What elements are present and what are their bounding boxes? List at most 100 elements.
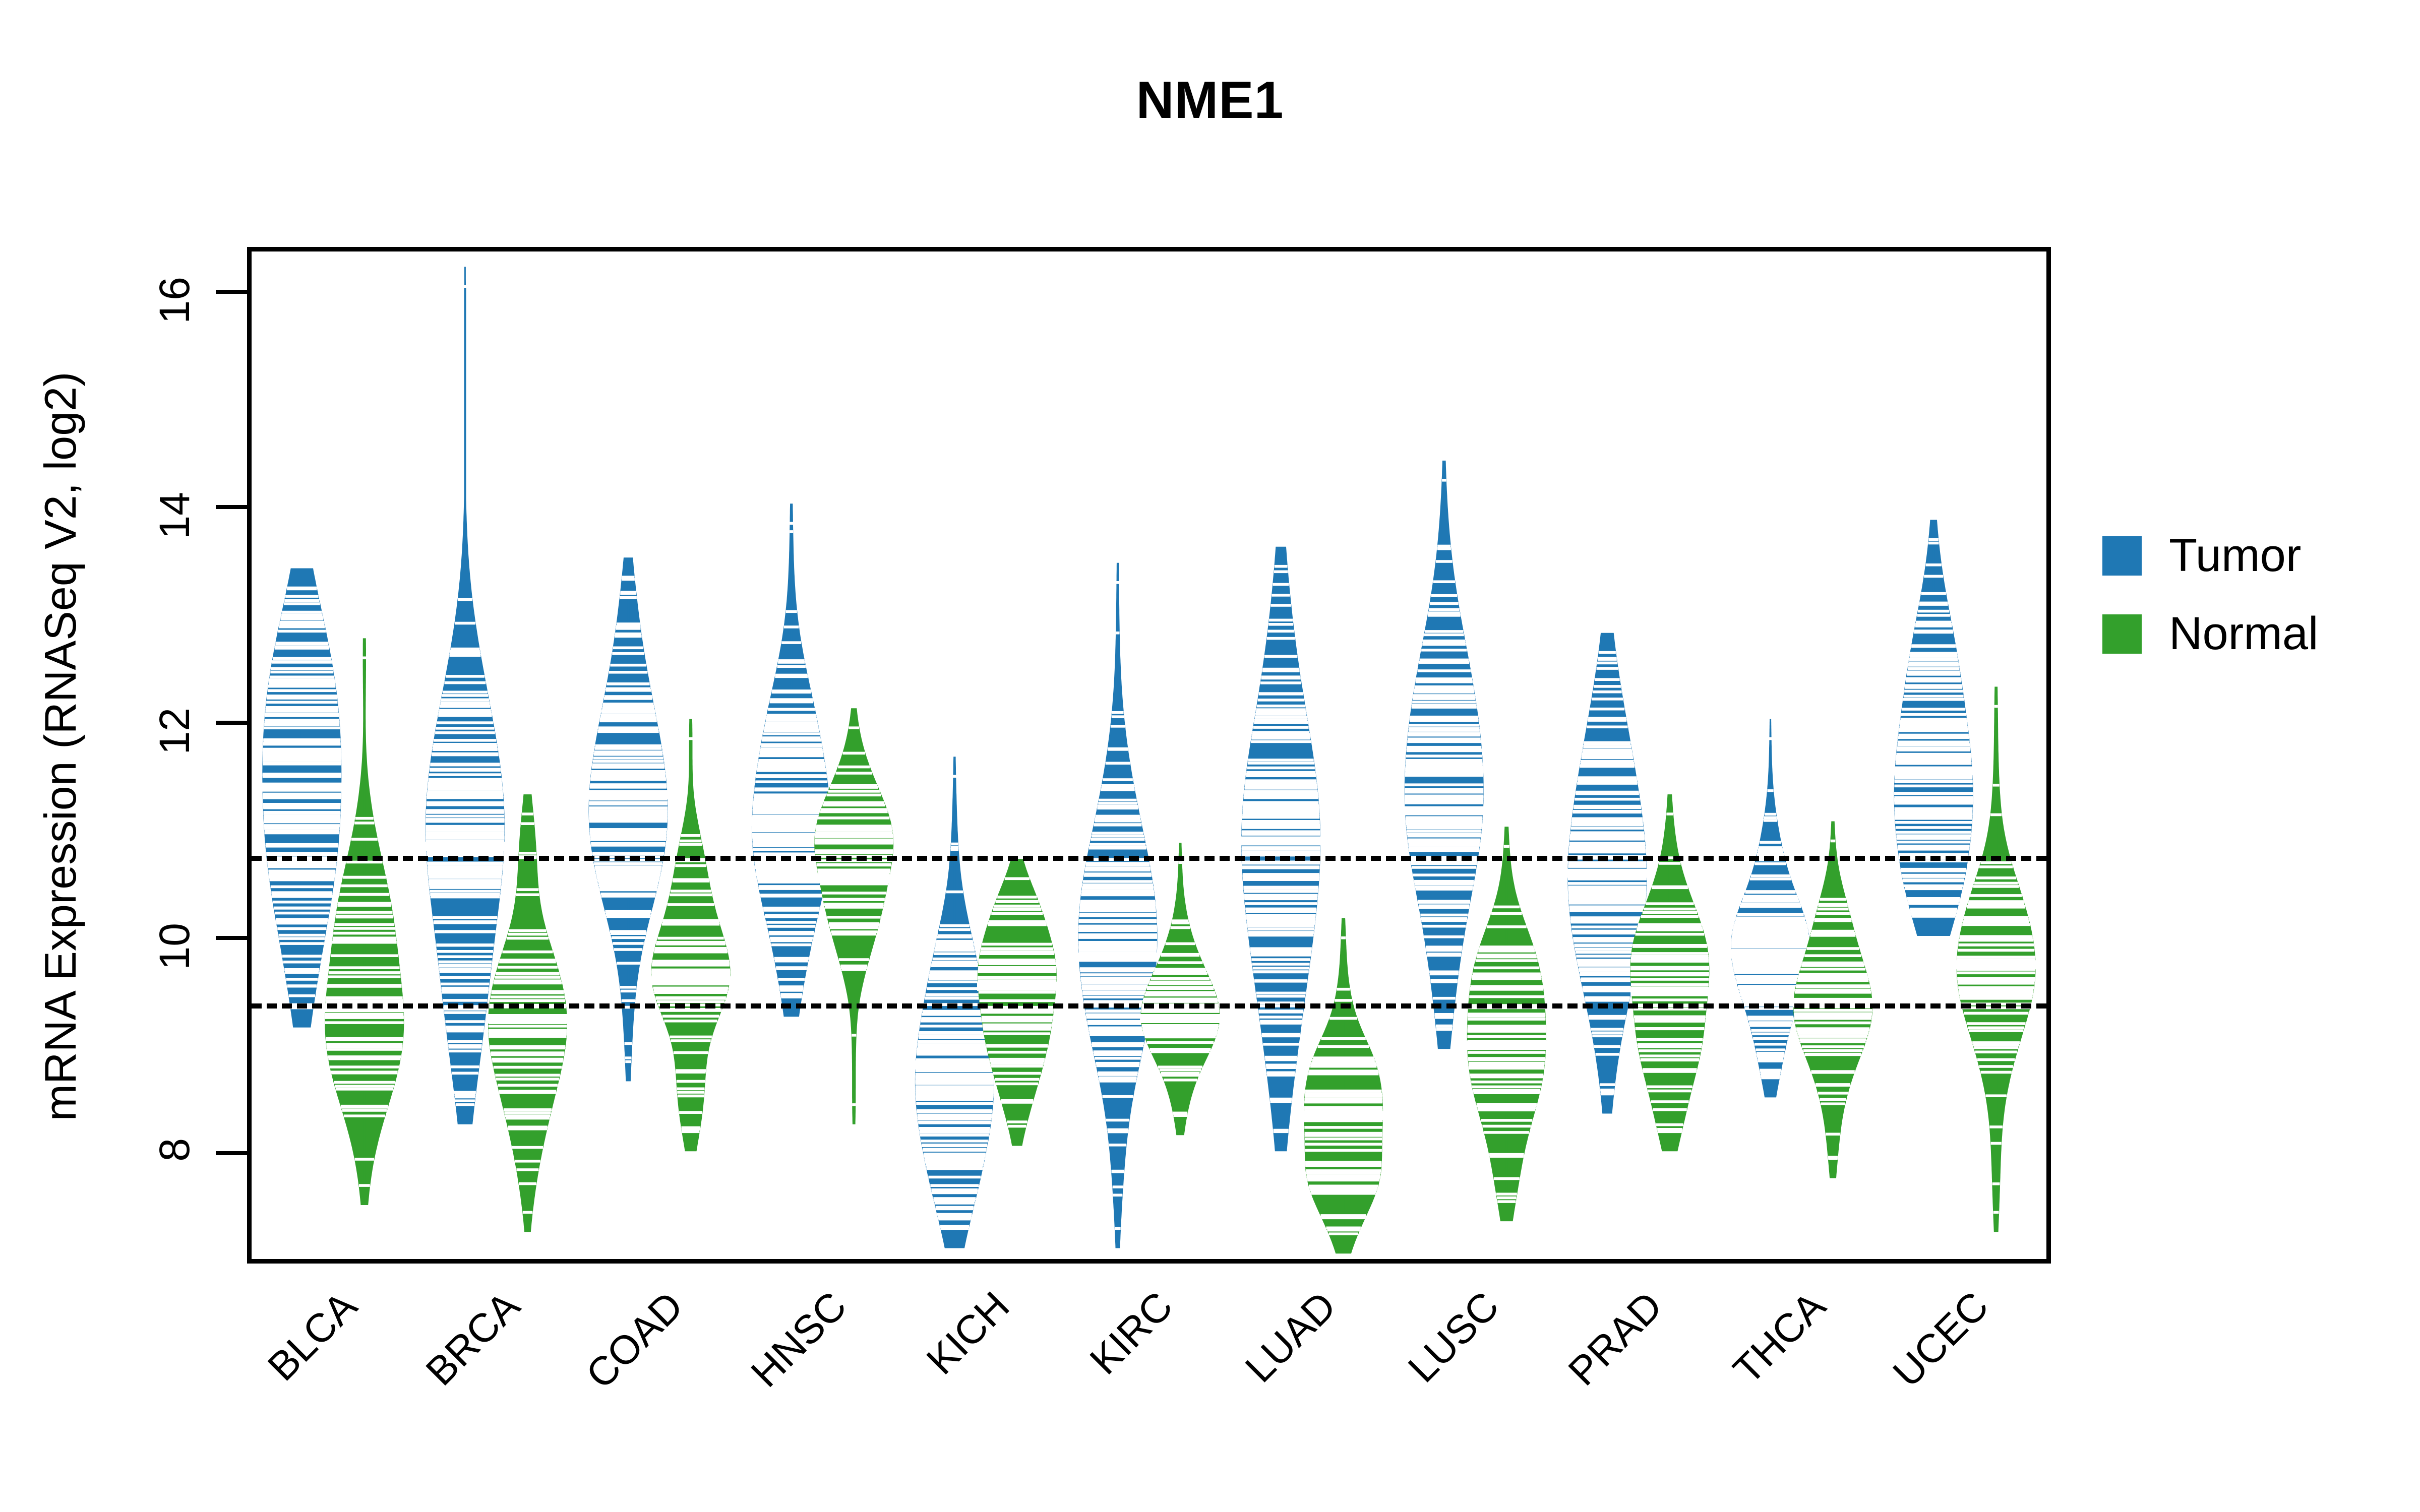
- data-strip: [1081, 890, 1154, 893]
- data-strip: [1957, 979, 2035, 982]
- data-strip: [1907, 667, 1960, 670]
- data-strip: [1306, 1175, 1380, 1178]
- data-strip: [263, 742, 341, 746]
- data-strip: [1992, 1182, 2000, 1185]
- data-strip: [1600, 1092, 1614, 1096]
- data-strip: [1958, 982, 2035, 985]
- data-strip: [1430, 979, 1458, 982]
- data-strip: [438, 955, 493, 958]
- data-strip: [1250, 947, 1312, 950]
- data-strip: [1571, 925, 1643, 929]
- data-strip: [1900, 721, 1967, 724]
- data-strip: [493, 1065, 562, 1069]
- data-strip: [613, 942, 644, 945]
- data-strip: [760, 894, 823, 897]
- data-strip: [343, 1114, 385, 1117]
- data-strip: [655, 997, 726, 1000]
- data-strip: [829, 923, 879, 926]
- data-strip: [752, 809, 830, 812]
- data-strip: [491, 1051, 565, 1054]
- data-strip: [339, 893, 390, 896]
- data-strip: [1761, 1076, 1780, 1080]
- data-strip: [264, 824, 340, 828]
- data-strip: [1434, 1013, 1454, 1016]
- data-strip: [263, 763, 341, 766]
- data-strip: [1467, 1027, 1546, 1031]
- data-strip: [1244, 890, 1318, 893]
- median-line: [262, 782, 342, 792]
- data-strip: [1407, 745, 1482, 749]
- data-strip: [444, 681, 486, 684]
- data-strip: [283, 960, 321, 964]
- data-strip: [1794, 1017, 1872, 1020]
- y-axis-tick: [216, 290, 247, 294]
- data-strip: [777, 665, 806, 668]
- data-strip: [1081, 981, 1155, 985]
- data-strip: [824, 903, 884, 906]
- data-strip: [1103, 778, 1133, 781]
- data-strip: [1630, 960, 1709, 963]
- data-strip: [432, 748, 498, 751]
- median-line: [1466, 1041, 1547, 1050]
- data-strip: [429, 879, 502, 882]
- data-strip: [928, 980, 982, 983]
- data-strip: [1804, 1053, 1861, 1056]
- data-strip: [670, 893, 712, 897]
- bean-tumor: [1894, 520, 1973, 936]
- data-strip: [1115, 1227, 1121, 1230]
- data-strip: [263, 794, 341, 798]
- data-strip: [1245, 907, 1317, 911]
- data-strip: [427, 790, 503, 794]
- data-strip: [1958, 986, 2034, 989]
- data-strip: [1573, 806, 1641, 809]
- data-strip: [981, 948, 1053, 951]
- data-strip: [1568, 885, 1647, 889]
- data-strip: [1141, 1024, 1219, 1028]
- legend-item[interactable]: Tumor: [2102, 529, 2318, 582]
- data-strip: [1406, 754, 1482, 758]
- data-strip: [508, 1125, 548, 1128]
- data-strip: [1638, 923, 1702, 926]
- data-strip: [1242, 808, 1319, 811]
- data-strip: [1476, 1103, 1537, 1106]
- data-strip: [280, 617, 324, 621]
- data-strip: [433, 916, 498, 919]
- data-strip: [426, 814, 505, 818]
- data-strip: [1818, 904, 1848, 907]
- data-strip: [1161, 1073, 1199, 1076]
- data-strip: [1957, 971, 2035, 975]
- data-strip: [426, 837, 505, 840]
- data-strip: [1422, 643, 1466, 646]
- data-strip: [1962, 923, 2030, 926]
- data-strip: [1640, 1058, 1699, 1062]
- data-strip: [590, 836, 667, 839]
- data-strip: [1116, 632, 1120, 635]
- data-strip: [1486, 925, 1527, 928]
- data-strip: [1896, 759, 1972, 763]
- data-strip: [1595, 1053, 1619, 1056]
- data-strip: [1082, 883, 1153, 887]
- data-strip: [978, 990, 1056, 994]
- data-strip: [673, 878, 709, 881]
- data-strip: [521, 822, 534, 825]
- data-strip: [933, 952, 976, 955]
- data-strip: [1078, 920, 1157, 923]
- data-strip: [334, 1081, 395, 1084]
- data-strip: [677, 1094, 704, 1098]
- data-strip: [1568, 902, 1646, 905]
- data-strip: [1158, 961, 1203, 964]
- data-strip: [620, 596, 637, 599]
- data-strip: [1735, 917, 1805, 921]
- data-strip: [671, 1039, 711, 1042]
- data-strip: [770, 698, 813, 701]
- data-strip: [1242, 826, 1320, 829]
- legend-item[interactable]: Normal: [2102, 607, 2318, 660]
- data-strip: [430, 890, 501, 893]
- data-strip: [1305, 1161, 1382, 1164]
- data-strip: [1806, 947, 1859, 950]
- data-strip: [278, 629, 326, 633]
- data-strip: [504, 1111, 551, 1114]
- data-strip: [1598, 651, 1616, 654]
- data-strip: [428, 780, 502, 783]
- data-strip: [1412, 701, 1476, 704]
